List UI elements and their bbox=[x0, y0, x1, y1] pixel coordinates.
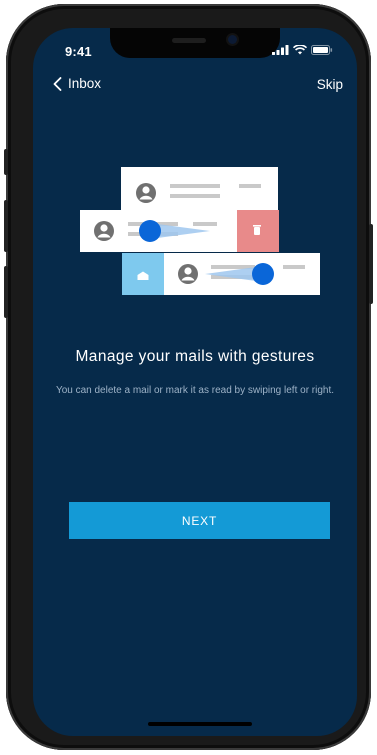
app-screen: 9:41 Inbox Skip Manage your mails with g… bbox=[33, 28, 357, 736]
next-button[interactable]: NEXT bbox=[69, 502, 330, 539]
swipe-gesture-icon-right bbox=[252, 263, 274, 285]
home-indicator[interactable] bbox=[148, 722, 252, 726]
volume-down-button bbox=[4, 266, 8, 318]
swipe-gestures-illustration bbox=[80, 167, 320, 295]
onboarding-title: Manage your mails with gestures bbox=[75, 348, 315, 365]
power-button bbox=[369, 224, 373, 304]
mail-card-swipe-left bbox=[80, 210, 237, 252]
trash-icon bbox=[253, 225, 261, 235]
phone-frame: 9:41 Inbox Skip Manage your mails with g… bbox=[4, 4, 373, 750]
volume-up-button bbox=[4, 200, 8, 252]
mail-card-swipe-right bbox=[164, 253, 320, 295]
onboarding-description: You can delete a mail or mark it as read… bbox=[55, 385, 335, 396]
mail-card-back bbox=[121, 167, 278, 212]
swipe-gesture-icon bbox=[139, 220, 161, 242]
mute-switch bbox=[4, 149, 8, 175]
